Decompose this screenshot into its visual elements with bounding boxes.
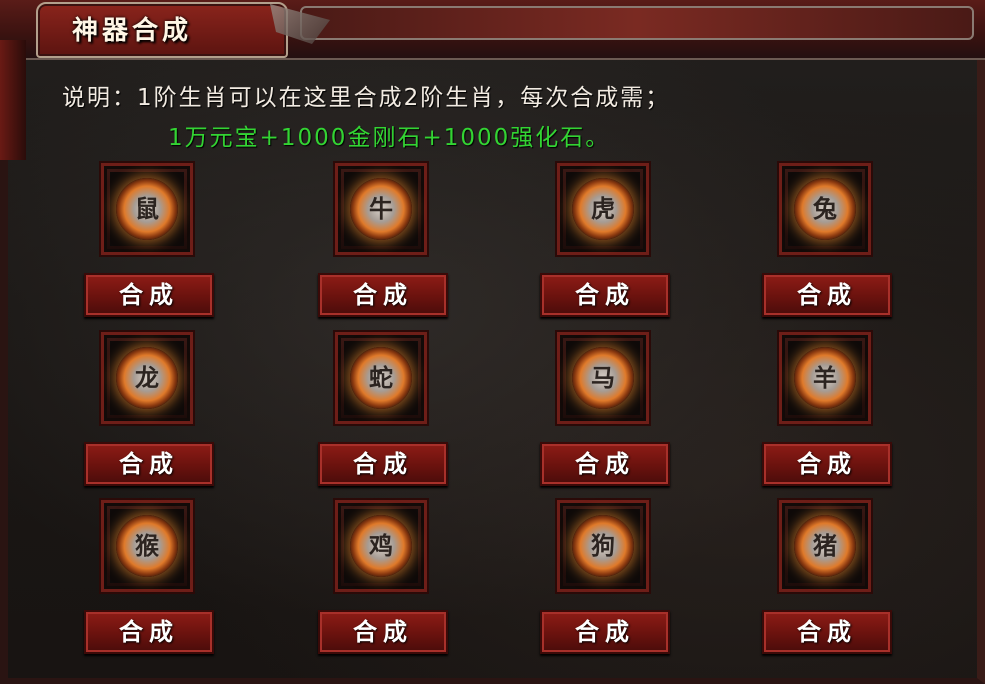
dog-zodiac-icon: 狗	[572, 515, 634, 577]
synthesize-button[interactable]: 合成	[540, 273, 670, 317]
pig-zodiac-icon: 猪	[794, 515, 856, 577]
zodiac-item-slot[interactable]: 猪	[779, 500, 871, 592]
snake-zodiac-icon: 蛇	[350, 347, 412, 409]
title-bar-ornament	[300, 6, 974, 40]
zodiac-cell: 鼠合成	[84, 163, 214, 323]
rat-zodiac-icon: 鼠	[116, 178, 178, 240]
slot-background: 马	[566, 341, 640, 415]
synthesize-button[interactable]: 合成	[318, 442, 448, 486]
slot-background: 猪	[788, 509, 862, 583]
slot-background: 牛	[344, 172, 418, 246]
slot-background: 羊	[788, 341, 862, 415]
zodiac-glyph: 牛	[369, 195, 393, 223]
zodiac-cell: 鸡合成	[318, 500, 448, 660]
slot-background: 蛇	[344, 341, 418, 415]
synthesize-button[interactable]: 合成	[84, 273, 214, 317]
synthesize-button[interactable]: 合成	[318, 273, 448, 317]
synthesize-button[interactable]: 合成	[318, 610, 448, 654]
synthesize-button[interactable]: 合成	[84, 442, 214, 486]
slot-background: 龙	[110, 341, 184, 415]
zodiac-cell: 蛇合成	[318, 332, 448, 492]
slot-background: 虎	[566, 172, 640, 246]
horse-zodiac-icon: 马	[572, 347, 634, 409]
zodiac-item-slot[interactable]: 猴	[101, 500, 193, 592]
zodiac-cell: 兔合成	[762, 163, 892, 323]
synthesize-button[interactable]: 合成	[540, 610, 670, 654]
zodiac-glyph: 狗	[591, 532, 615, 560]
zodiac-item-slot[interactable]: 蛇	[335, 332, 427, 424]
zodiac-glyph: 龙	[135, 364, 159, 392]
zodiac-cell: 龙合成	[84, 332, 214, 492]
window-title: 神器合成	[72, 16, 193, 46]
description-text: 说明：1阶生肖可以在这里合成2阶生肖，每次合成需；	[62, 85, 671, 111]
zodiac-cell: 虎合成	[540, 163, 670, 323]
slot-background: 兔	[788, 172, 862, 246]
zodiac-cell: 猪合成	[762, 500, 892, 660]
zodiac-glyph: 虎	[591, 195, 615, 223]
synthesize-button[interactable]: 合成	[762, 610, 892, 654]
goat-zodiac-icon: 羊	[794, 347, 856, 409]
zodiac-glyph: 羊	[813, 364, 837, 392]
zodiac-item-slot[interactable]: 龙	[101, 332, 193, 424]
zodiac-glyph: 猴	[135, 532, 159, 560]
zodiac-item-slot[interactable]: 马	[557, 332, 649, 424]
tiger-zodiac-icon: 虎	[572, 178, 634, 240]
cost-text: 1万元宝+1000金刚石+1000强化石。	[168, 125, 611, 151]
synthesize-button[interactable]: 合成	[540, 442, 670, 486]
zodiac-item-slot[interactable]: 虎	[557, 163, 649, 255]
zodiac-glyph: 蛇	[369, 364, 393, 392]
zodiac-cell: 狗合成	[540, 500, 670, 660]
zodiac-item-slot[interactable]: 兔	[779, 163, 871, 255]
zodiac-cell: 羊合成	[762, 332, 892, 492]
zodiac-glyph: 鸡	[369, 532, 393, 560]
slot-background: 鼠	[110, 172, 184, 246]
slot-background: 狗	[566, 509, 640, 583]
zodiac-cell: 马合成	[540, 332, 670, 492]
zodiac-glyph: 马	[591, 364, 615, 392]
dragon-zodiac-icon: 龙	[116, 347, 178, 409]
rabbit-zodiac-icon: 兔	[794, 178, 856, 240]
zodiac-item-slot[interactable]: 牛	[335, 163, 427, 255]
synthesize-button[interactable]: 合成	[84, 610, 214, 654]
rooster-zodiac-icon: 鸡	[350, 515, 412, 577]
zodiac-item-slot[interactable]: 鸡	[335, 500, 427, 592]
zodiac-item-slot[interactable]: 鼠	[101, 163, 193, 255]
zodiac-cell: 牛合成	[318, 163, 448, 323]
zodiac-item-slot[interactable]: 狗	[557, 500, 649, 592]
slot-background: 鸡	[344, 509, 418, 583]
monkey-zodiac-icon: 猴	[116, 515, 178, 577]
zodiac-glyph: 鼠	[135, 195, 159, 223]
zodiac-glyph: 兔	[813, 195, 837, 223]
synthesize-button[interactable]: 合成	[762, 442, 892, 486]
slot-background: 猴	[110, 509, 184, 583]
left-edge-ornament	[0, 40, 26, 160]
zodiac-cell: 猴合成	[84, 500, 214, 660]
zodiac-item-slot[interactable]: 羊	[779, 332, 871, 424]
synthesize-button[interactable]: 合成	[762, 273, 892, 317]
ox-zodiac-icon: 牛	[350, 178, 412, 240]
zodiac-glyph: 猪	[813, 532, 837, 560]
